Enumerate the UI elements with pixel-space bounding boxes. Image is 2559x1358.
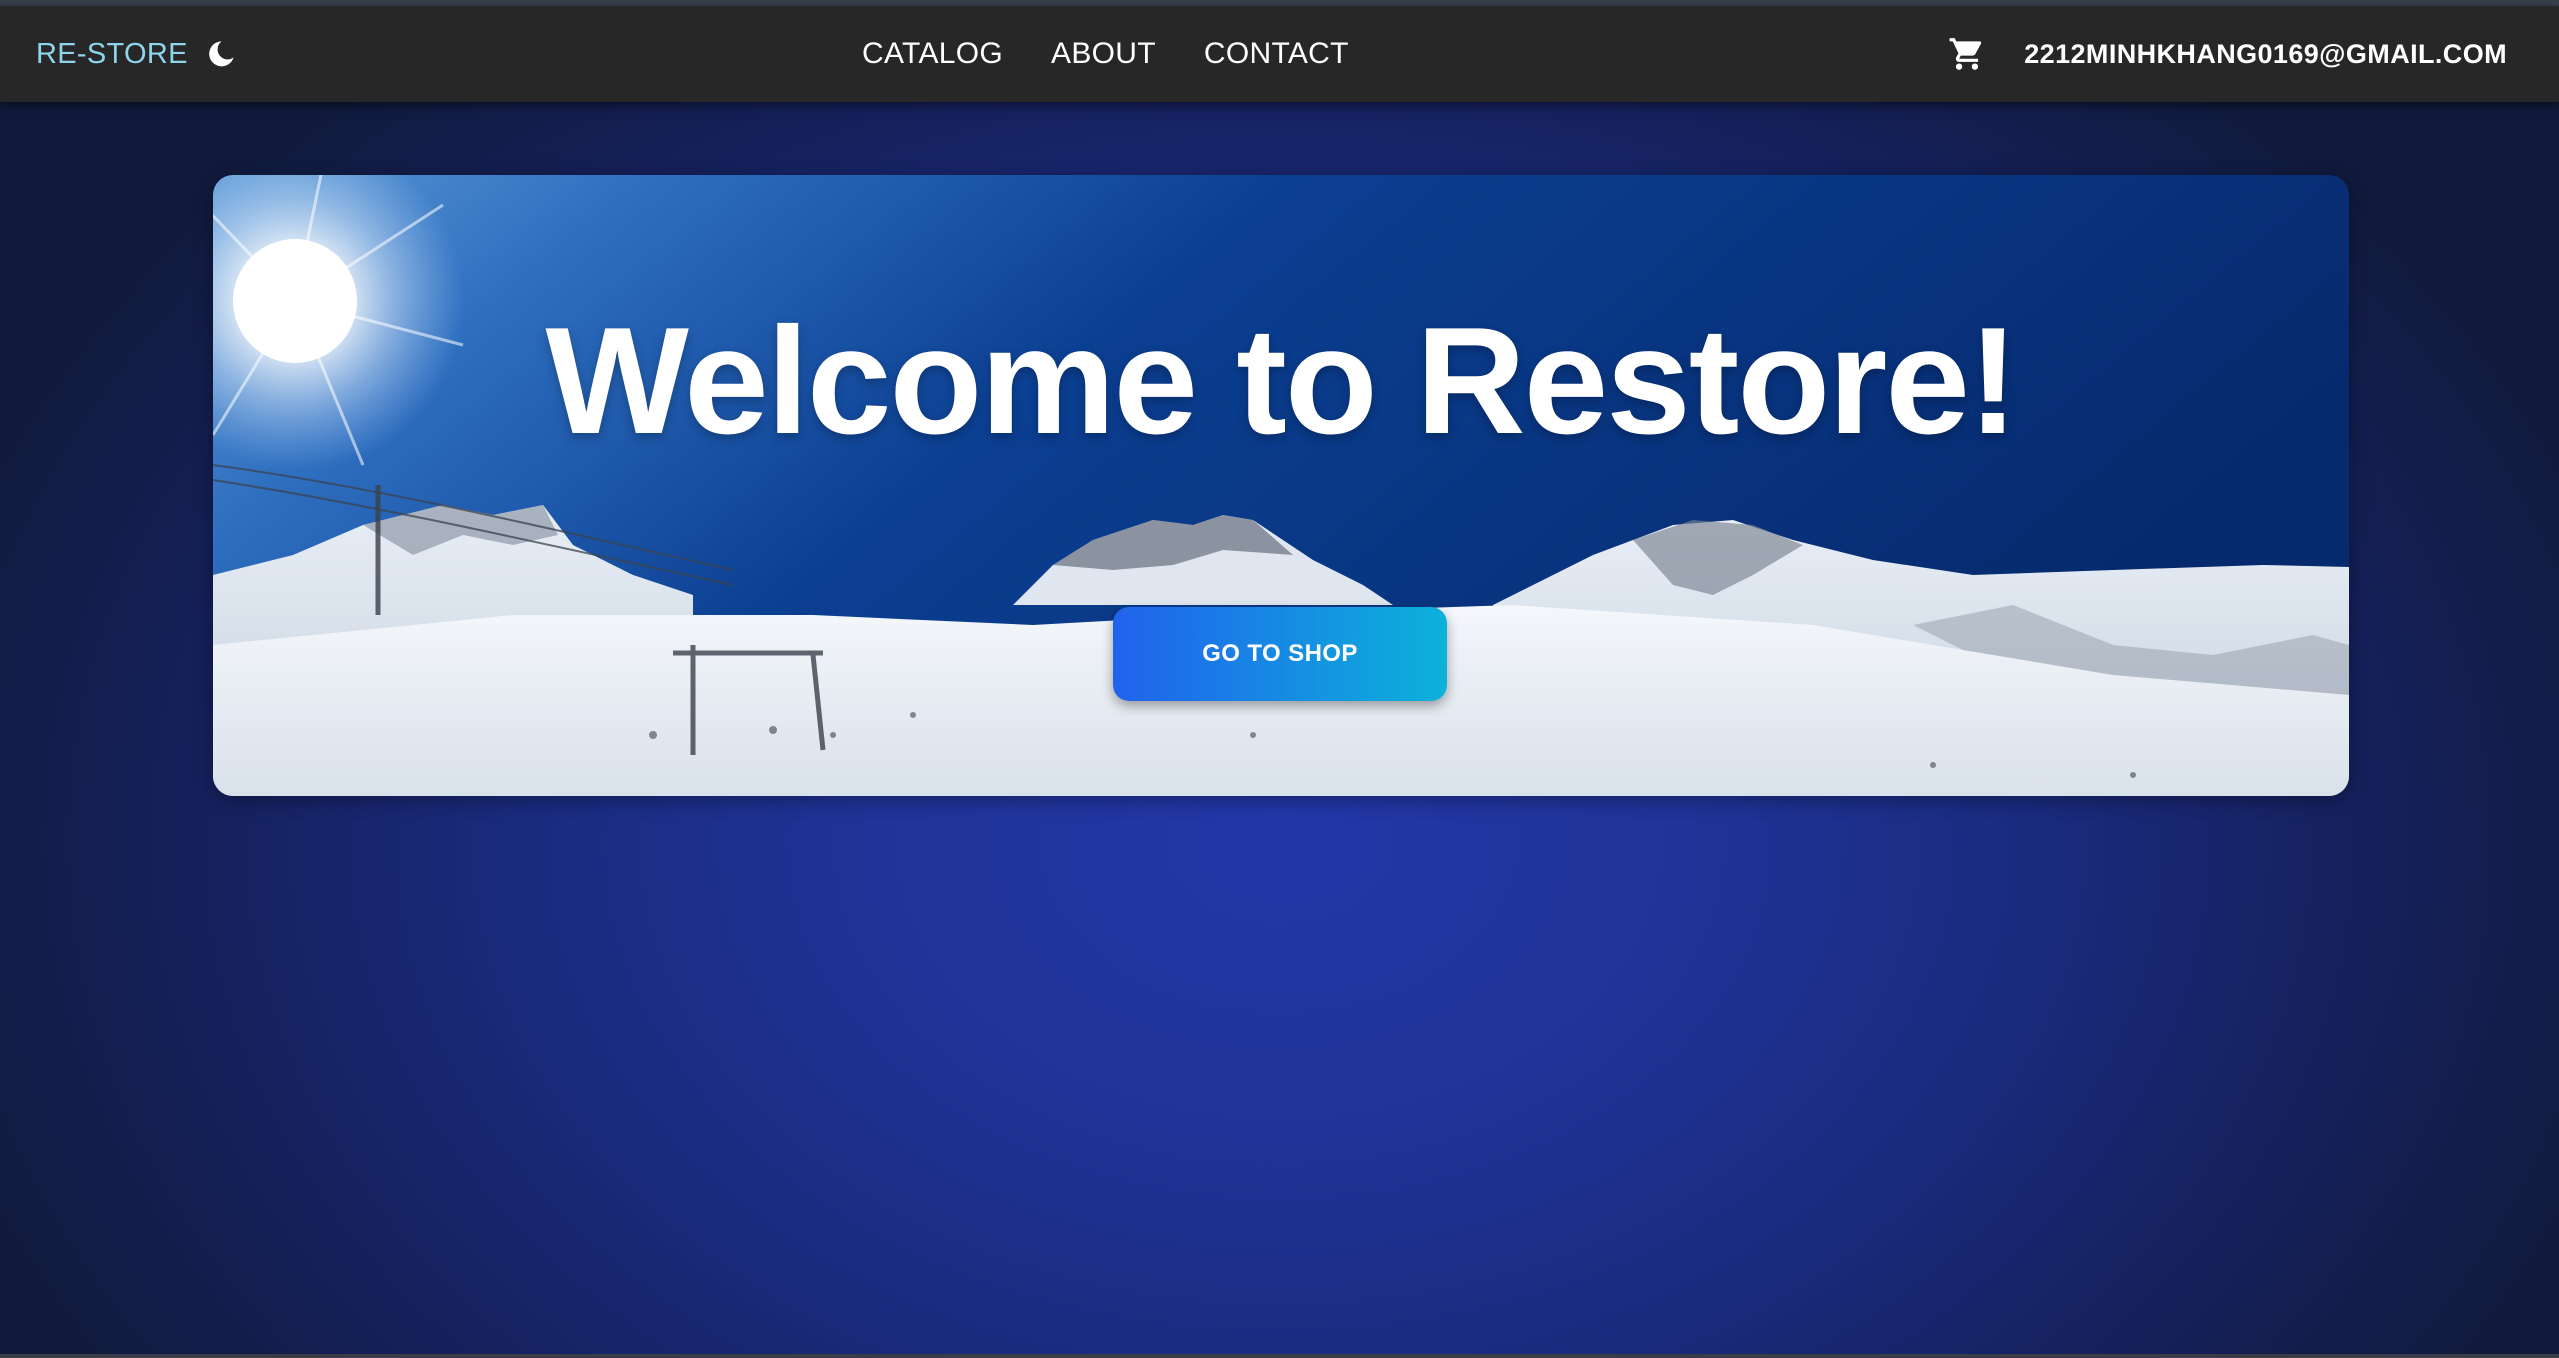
cart-icon[interactable] [1948, 35, 1986, 73]
app-bar: RE-STORE CATALOG ABOUT CONTACT 2212MINHK… [0, 6, 2559, 102]
nav-link-contact[interactable]: CONTACT [1204, 37, 1349, 71]
nav-link-about[interactable]: ABOUT [1051, 37, 1156, 71]
brand-name[interactable]: RE-STORE [36, 38, 188, 71]
go-to-shop-button[interactable]: GO TO SHOP [1113, 607, 1447, 701]
window-bottom-strip [0, 1354, 2559, 1358]
user-email-menu[interactable]: 2212MINHKHANG0169@GMAIL.COM [2024, 39, 2507, 70]
user-area: 2212MINHKHANG0169@GMAIL.COM [1948, 6, 2507, 102]
hero-background-image [213, 175, 2349, 796]
brand: RE-STORE [36, 6, 238, 102]
moon-icon[interactable] [204, 37, 238, 71]
hero-title: Welcome to Restore! [545, 296, 2018, 466]
main-nav: CATALOG ABOUT CONTACT [862, 6, 1349, 102]
nav-link-catalog[interactable]: CATALOG [862, 37, 1003, 71]
hero-banner: Welcome to Restore! GO TO SHOP [213, 175, 2349, 796]
